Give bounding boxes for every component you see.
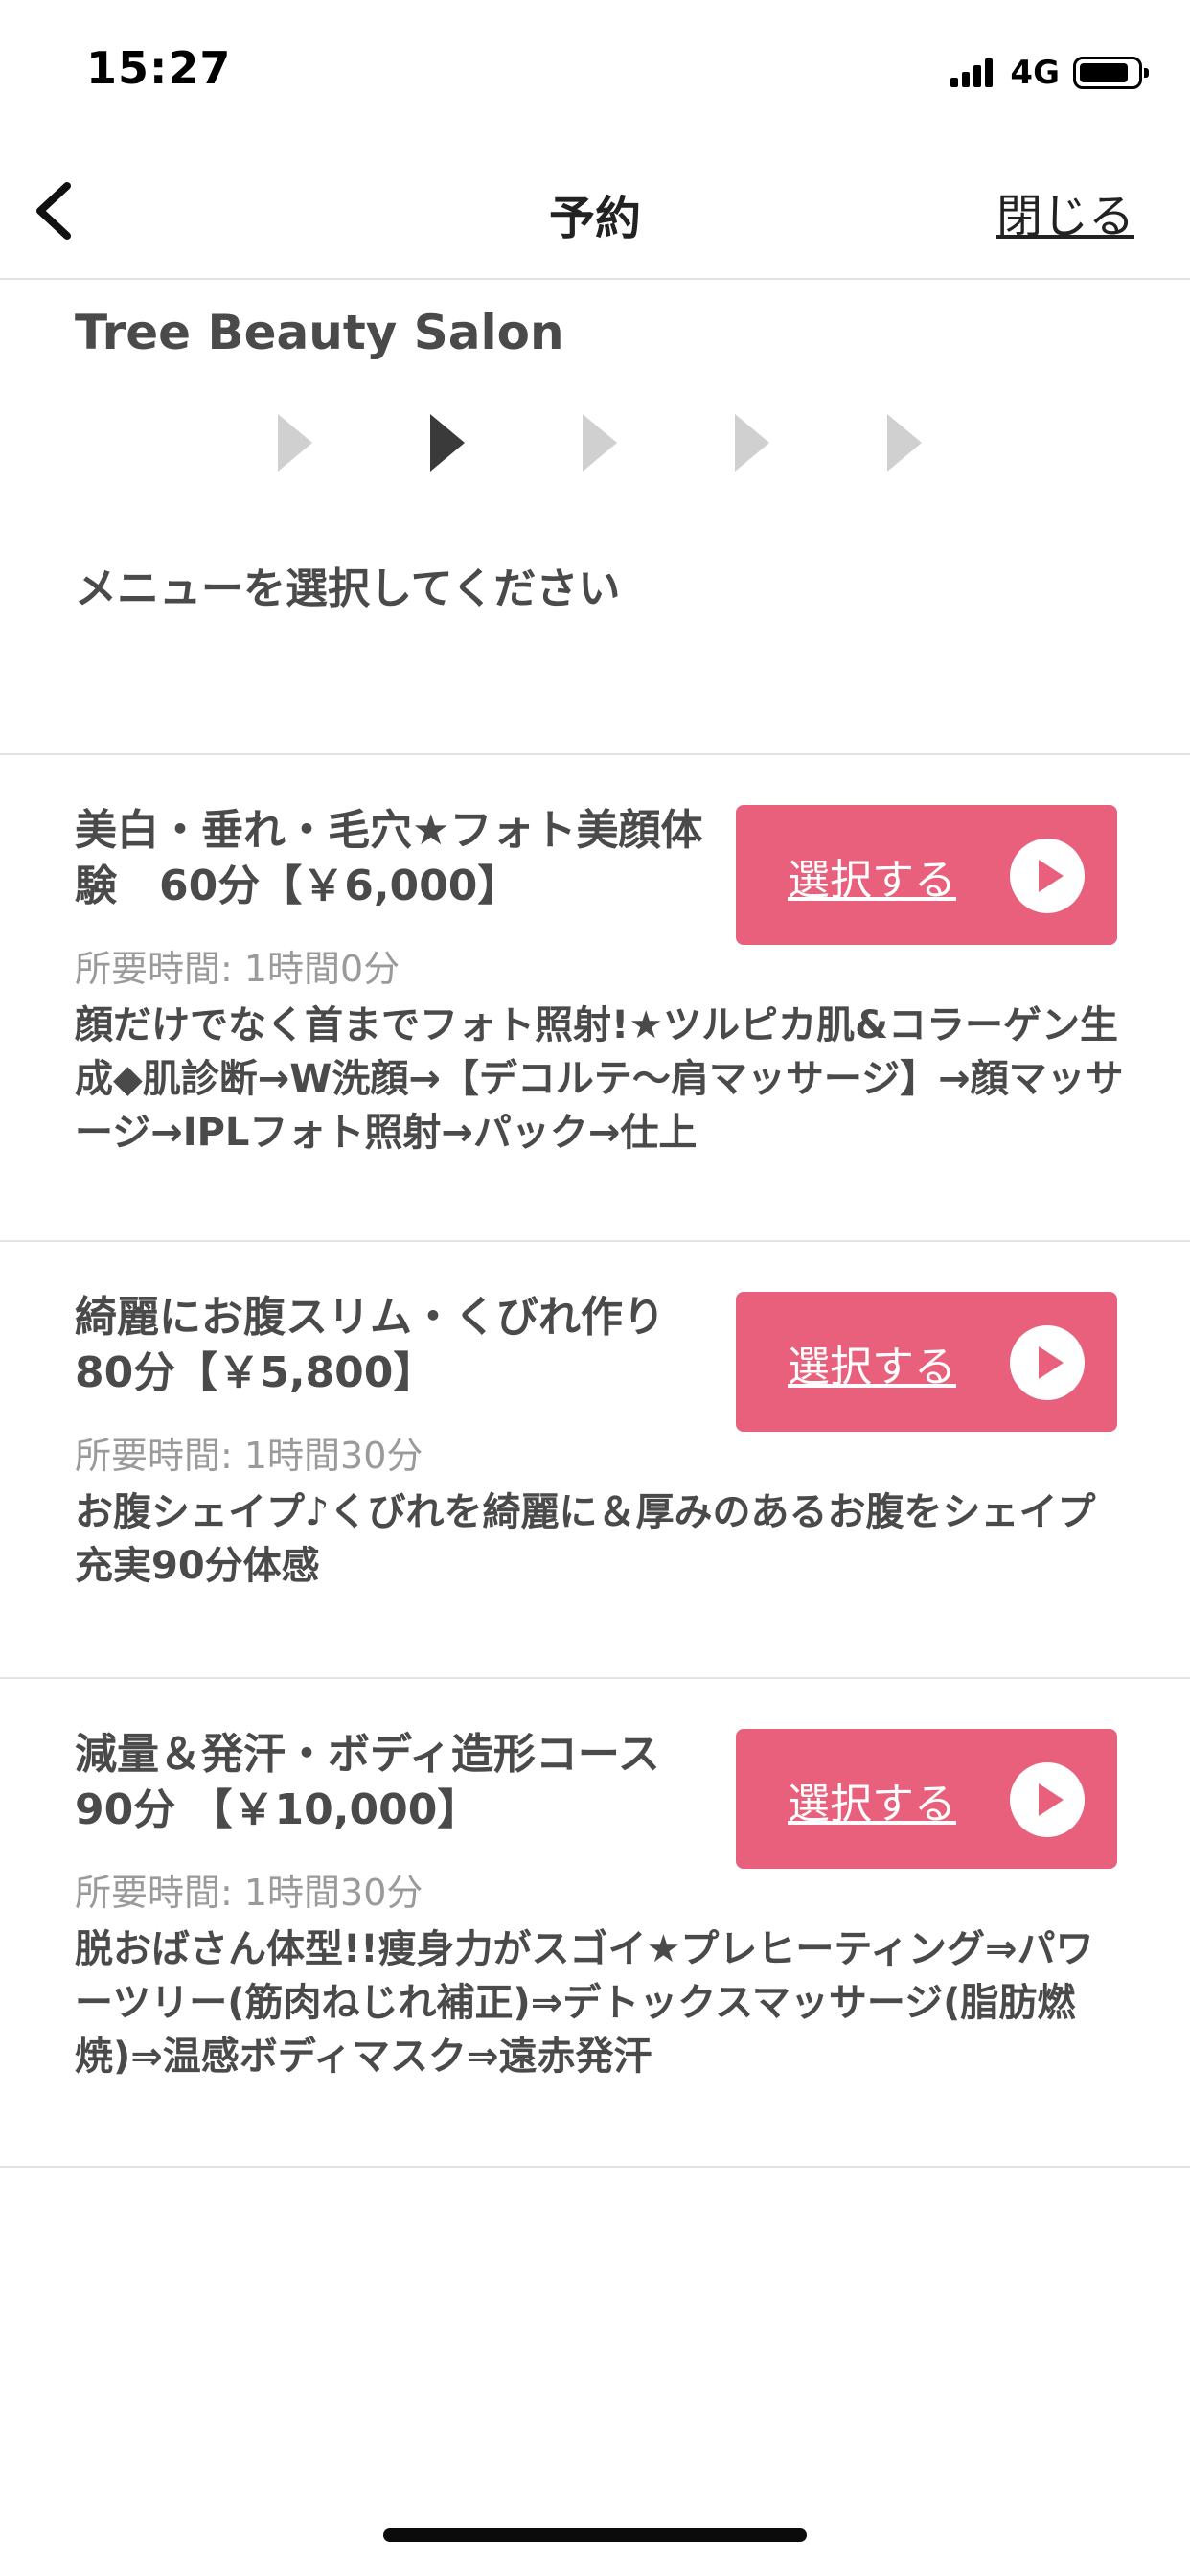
menu-item-description: 脱おばさん体型!!痩身力がスゴイ★プレヒーティング⇒パワーツリー(筋肉ねじれ補正… [75, 1927, 1094, 2079]
status-time: 15:27 [86, 42, 232, 94]
instruction-text: メニューを選択してください [75, 564, 621, 613]
select-button[interactable]: 選択する [736, 1729, 1117, 1869]
step-arrow-icon [735, 414, 769, 472]
step-arrow-active-icon [430, 414, 465, 472]
select-button[interactable]: 選択する [736, 1292, 1117, 1432]
salon-name: Tree Beauty Salon [75, 305, 564, 360]
menu-item-description: 顔だけでなく首までフォト照射!★ツルピカ肌&コラーゲン生成◆肌診断→W洗顔→【デ… [75, 1003, 1124, 1155]
menu-item-duration: 所要時間: 1時間0分 [75, 948, 400, 990]
step-indicator [276, 412, 947, 479]
menu-item-title: 美白・垂れ・毛穴★フォト美顔体験 60分【￥6,000】 [75, 806, 703, 910]
select-button-label: 選択する [788, 1343, 956, 1392]
nav-bar: 予約 閉じる [0, 144, 1190, 280]
network-label: 4G [1010, 54, 1060, 92]
status-indicators: 4G [950, 54, 1149, 92]
divider [0, 2166, 1190, 2168]
play-circle-icon [1010, 1762, 1085, 1837]
menu-item: 綺麗にお腹スリム・くびれ作り 80分【￥5,800】 選択する 所要時間: 1時… [0, 1242, 1190, 1677]
menu-item-duration: 所要時間: 1時間30分 [75, 1435, 423, 1477]
play-circle-icon [1010, 1325, 1085, 1400]
step-arrow-icon [583, 414, 617, 472]
step-arrow-icon [887, 414, 922, 472]
battery-icon [1073, 57, 1149, 89]
close-button[interactable]: 閉じる [996, 178, 1134, 245]
menu-item-title: 綺麗にお腹スリム・くびれ作り 80分【￥5,800】 [75, 1293, 707, 1397]
step-arrow-icon [278, 414, 312, 472]
menu-item-description: お腹シェイプ♪くびれを綺麗に＆厚みのあるお腹をシェイプ 充実90分体感 [75, 1490, 1134, 1588]
select-button-label: 選択する [788, 856, 956, 905]
signal-icon [950, 58, 996, 87]
menu-item-duration: 所要時間: 1時間30分 [75, 1872, 423, 1914]
home-indicator [383, 2528, 807, 2542]
menu-item: 美白・垂れ・毛穴★フォト美顔体験 60分【￥6,000】 選択する 所要時間: … [0, 755, 1190, 1240]
menu-item-title: 減量＆発汗・ボディ造形コース 90分 【￥10,000】 [75, 1730, 702, 1834]
play-circle-icon [1010, 839, 1085, 913]
menu-item: 減量＆発汗・ボディ造形コース 90分 【￥10,000】 選択する 所要時間: … [0, 1679, 1190, 2166]
select-button[interactable]: 選択する [736, 805, 1117, 945]
select-button-label: 選択する [788, 1780, 956, 1828]
status-bar: 15:27 4G [0, 0, 1190, 144]
